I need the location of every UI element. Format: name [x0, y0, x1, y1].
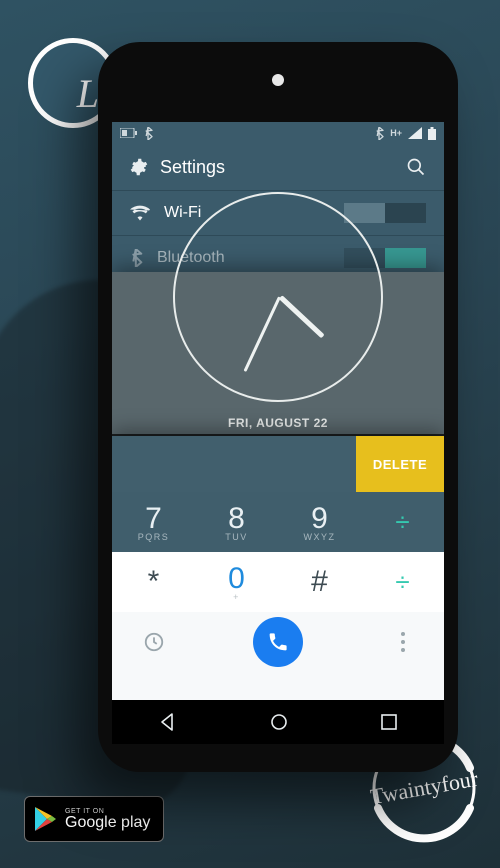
nav-home-icon[interactable]	[269, 712, 289, 732]
key-0[interactable]: 0+	[195, 552, 278, 612]
key-7[interactable]: 7PQRS	[112, 492, 195, 552]
dialer-delete-button[interactable]: DELETE	[356, 436, 444, 492]
dialer-header: DELETE	[112, 436, 444, 492]
dialer-app-card[interactable]: DELETE 7PQRS 8TUV 9WXYZ ÷ * 0+ # ÷	[112, 436, 444, 700]
gear-icon	[130, 158, 148, 176]
battery-icon	[428, 127, 436, 140]
theme-badge-letter: L	[77, 70, 99, 117]
history-button[interactable]	[112, 631, 195, 653]
settings-header: Settings	[112, 144, 444, 190]
search-icon[interactable]	[406, 157, 426, 177]
dialer-row-3	[112, 612, 444, 672]
more-vertical-icon	[400, 631, 406, 653]
bluetooth-icon	[375, 127, 384, 140]
bluetooth-icon	[144, 127, 153, 140]
key-9[interactable]: 9WXYZ	[278, 492, 361, 552]
clock-face	[173, 192, 383, 402]
wifi-icon	[130, 205, 150, 221]
gplay-line2: Google play	[65, 815, 150, 831]
wifi-label: Wi-Fi	[164, 204, 201, 222]
network-type-label: H+	[390, 128, 402, 138]
phone-screen: H+ Settings	[112, 122, 444, 700]
phone-speaker	[272, 74, 284, 86]
more-button[interactable]	[361, 631, 444, 653]
status-bar: H+	[112, 122, 444, 144]
phone-frame: H+ Settings	[98, 42, 458, 772]
nav-recent-icon[interactable]	[380, 713, 398, 731]
bluetooth-icon	[130, 249, 143, 267]
phone-icon	[267, 631, 289, 653]
battery-saver-icon	[120, 128, 138, 138]
key-divide[interactable]: ÷	[361, 552, 444, 612]
dialer-delete-label: DELETE	[373, 457, 427, 472]
call-button[interactable]	[195, 617, 361, 667]
android-nav-bar	[112, 700, 444, 744]
google-play-icon	[33, 806, 57, 832]
key-divide[interactable]: ÷	[361, 492, 444, 552]
key-hash[interactable]: #	[278, 552, 361, 612]
google-play-badge[interactable]: GET IT ON Google play	[24, 796, 164, 842]
key-8[interactable]: 8TUV	[195, 492, 278, 552]
dialer-row-2: * 0+ # ÷	[112, 552, 444, 612]
settings-title: Settings	[160, 157, 225, 178]
dialer-row-1: 7PQRS 8TUV 9WXYZ ÷	[112, 492, 444, 552]
history-icon	[143, 631, 165, 653]
key-star[interactable]: *	[112, 552, 195, 612]
nav-back-icon[interactable]	[158, 712, 178, 732]
wifi-toggle[interactable]	[344, 203, 426, 223]
clock-date-label: FRI, AUGUST 22	[112, 416, 444, 430]
signal-icon	[408, 127, 422, 139]
